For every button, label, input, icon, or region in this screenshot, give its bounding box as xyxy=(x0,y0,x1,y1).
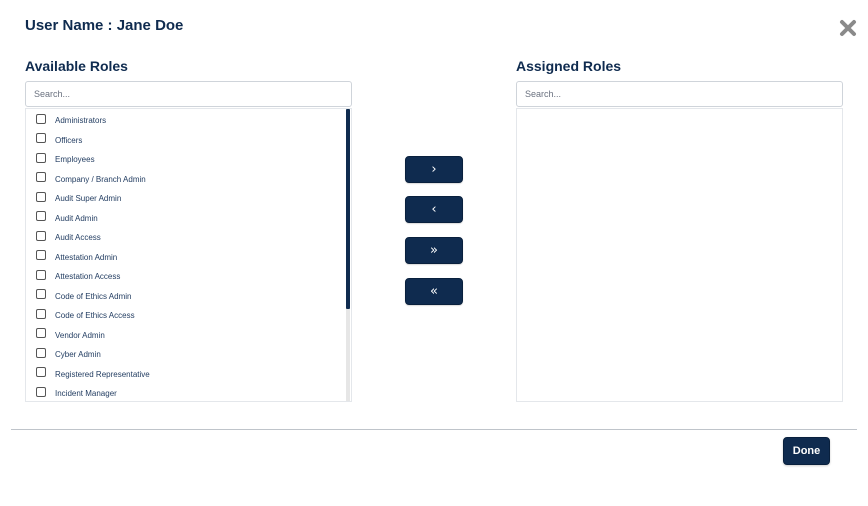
remove-selected-button[interactable]: ‹ xyxy=(405,196,463,223)
role-checkbox[interactable] xyxy=(36,133,46,144)
role-list-item[interactable]: Incident Manager xyxy=(26,384,351,401)
role-list-item[interactable]: Officers xyxy=(26,131,351,151)
role-list-item[interactable]: Company / Branch Admin xyxy=(26,170,351,190)
role-label: Administrators xyxy=(55,116,107,126)
assigned-roles-label: Assigned Roles xyxy=(516,58,622,74)
role-checkbox[interactable] xyxy=(36,152,46,163)
close-button[interactable] xyxy=(838,18,858,38)
role-label: Attestation Access xyxy=(55,272,121,282)
double-chevron-right-icon: » xyxy=(430,243,438,258)
role-list-item[interactable]: Attestation Access xyxy=(26,267,351,287)
role-label: Incident Manager xyxy=(55,389,117,399)
role-checkbox[interactable] xyxy=(36,289,46,300)
role-list-item[interactable]: Code of Ethics Admin xyxy=(26,287,351,307)
done-button[interactable]: Done xyxy=(783,437,830,465)
role-label: Company / Branch Admin xyxy=(55,174,146,184)
role-list-item[interactable]: Administrators xyxy=(26,111,351,131)
role-checkbox[interactable] xyxy=(36,308,46,319)
role-list-item[interactable]: Code of Ethics Access xyxy=(26,306,351,326)
available-roles-list[interactable]: Administrators Officers Employees Company /… xyxy=(25,108,352,402)
role-label: Code of Ethics Admin xyxy=(55,291,132,301)
assigned-roles-search-input[interactable] xyxy=(516,81,843,107)
role-list-item[interactable]: Employees xyxy=(26,150,351,170)
role-label: Code of Ethics Access xyxy=(55,311,135,321)
role-checkbox[interactable] xyxy=(36,269,46,280)
footer-divider xyxy=(11,429,857,430)
role-checkbox[interactable] xyxy=(36,328,46,339)
available-roles-label: Available Roles xyxy=(25,58,128,74)
role-checkbox[interactable] xyxy=(36,211,46,222)
role-checkbox[interactable] xyxy=(36,347,46,358)
assigned-roles-items xyxy=(517,109,842,111)
role-label: Officers xyxy=(55,135,83,145)
dialog-title: User Name : Jane Doe xyxy=(25,17,184,34)
role-checkbox[interactable] xyxy=(36,250,46,261)
role-label: Registered Representative xyxy=(55,369,150,379)
add-selected-button[interactable]: › xyxy=(405,156,463,183)
role-label: Audit Admin xyxy=(55,213,98,223)
role-checkbox[interactable] xyxy=(36,386,46,397)
role-checkbox[interactable] xyxy=(36,113,46,124)
role-list-item[interactable]: Audit Super Admin xyxy=(26,189,351,209)
role-checkbox[interactable] xyxy=(36,367,46,378)
role-list-item[interactable]: Attestation Admin xyxy=(26,248,351,268)
role-checkbox[interactable] xyxy=(36,191,46,202)
role-checkbox[interactable] xyxy=(36,230,46,241)
role-list-item[interactable]: Registered Representative xyxy=(26,365,351,385)
chevron-left-icon: ‹ xyxy=(431,202,437,217)
available-roles-search-input[interactable] xyxy=(25,81,352,107)
close-x-icon xyxy=(840,20,856,36)
chevron-right-icon: › xyxy=(431,162,437,177)
remove-all-button[interactable]: « xyxy=(405,278,463,305)
available-roles-items: Administrators Officers Employees Company /… xyxy=(26,109,351,401)
assigned-roles-list[interactable] xyxy=(516,108,843,402)
add-all-button[interactable]: » xyxy=(405,237,463,264)
role-label: Cyber Admin xyxy=(55,350,101,360)
role-checkbox[interactable] xyxy=(36,172,46,183)
available-roles-scrollbar-thumb[interactable] xyxy=(346,109,350,309)
role-list-item[interactable]: Audit Access xyxy=(26,228,351,248)
double-chevron-left-icon: « xyxy=(430,284,438,299)
role-label: Audit Access xyxy=(55,233,101,243)
role-label: Audit Super Admin xyxy=(55,194,122,204)
role-label: Vendor Admin xyxy=(55,330,105,340)
role-label: Attestation Admin xyxy=(55,252,118,262)
role-list-item[interactable]: Vendor Admin xyxy=(26,326,351,346)
role-list-item[interactable]: Audit Admin xyxy=(26,209,351,229)
role-list-item[interactable]: Cyber Admin xyxy=(26,345,351,365)
role-label: Employees xyxy=(55,155,95,165)
